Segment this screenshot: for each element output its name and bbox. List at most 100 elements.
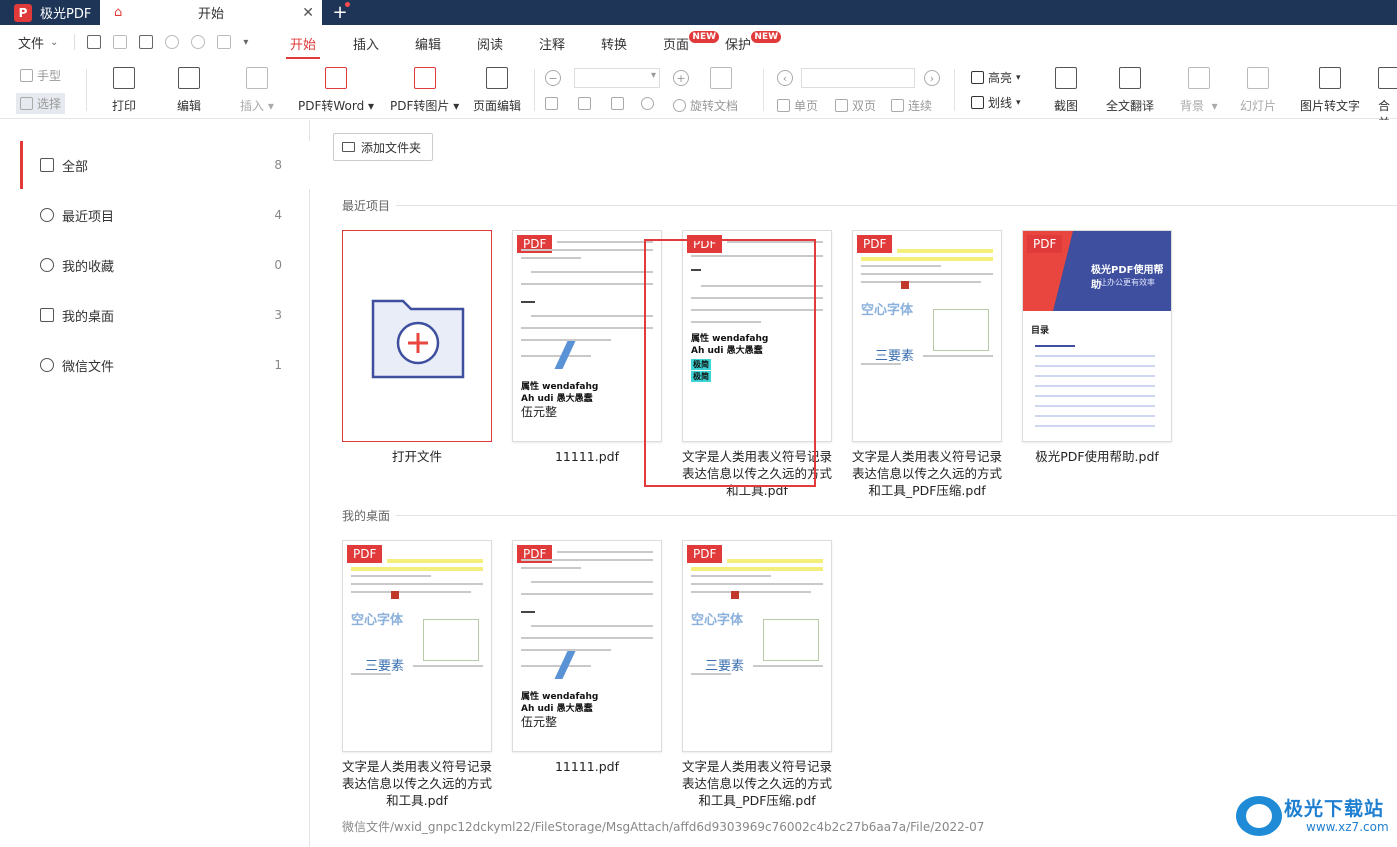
- customize-dropdown-icon[interactable]: ▾: [243, 37, 248, 48]
- page-number-input[interactable]: [801, 68, 915, 88]
- sidebar-item-all[interactable]: 全部 8: [20, 141, 310, 189]
- page-edit-button[interactable]: 页面编辑: [473, 67, 521, 114]
- sidebar-item-count: 3: [274, 308, 282, 322]
- print-label: 打印: [112, 99, 137, 113]
- rotate-icon: [673, 99, 686, 112]
- underline-icon: [971, 96, 984, 109]
- file-thumb[interactable]: PDF 属性 wendafahg Ah udi 愚大愚蠢 伍元整: [512, 230, 662, 442]
- highlight-label: 高亮: [988, 71, 1013, 85]
- actual-size-icon[interactable]: [611, 97, 624, 110]
- watermark-text: 极光下载站: [1284, 798, 1385, 820]
- hand-tool-button[interactable]: 手型: [20, 67, 61, 84]
- tab-annotate[interactable]: 注释: [539, 34, 565, 53]
- zoom-select[interactable]: [574, 68, 660, 88]
- file-menu-label: 文件: [18, 36, 45, 52]
- insert-button[interactable]: 插入 ▾: [240, 67, 274, 114]
- underline-button[interactable]: 划线 ▾: [971, 94, 1021, 111]
- tab-convert[interactable]: 转换: [601, 34, 627, 53]
- tab-protect[interactable]: 保护 NEW: [725, 31, 782, 53]
- zoom-in-icon[interactable]: +: [673, 70, 689, 86]
- image-icon: [413, 67, 436, 89]
- new-tab-button[interactable]: +: [330, 2, 350, 23]
- next-page-icon[interactable]: ›: [924, 70, 940, 86]
- tab-home[interactable]: ⌂ 开始 ✕: [100, 0, 322, 25]
- page-edit-label: 页面编辑: [473, 99, 522, 113]
- sidebar-item-count: 0: [274, 258, 282, 272]
- redo-icon[interactable]: [191, 35, 206, 49]
- file-thumb[interactable]: PDF 属性 wendafahg Ah udi 愚大愚蠢 极简 极简: [682, 230, 832, 442]
- file-card[interactable]: PDF 空心字体 三要素 文字是人类用表义符号记录表达信息以传之久远的方式和工具…: [682, 540, 832, 809]
- rotate-doc-button[interactable]: 旋转文档: [673, 97, 738, 114]
- tab-read[interactable]: 阅读: [477, 34, 503, 53]
- highlight-button[interactable]: 高亮 ▾: [971, 69, 1021, 86]
- double-page-button[interactable]: 双页: [835, 97, 876, 114]
- open-folder-icon[interactable]: [87, 35, 102, 49]
- edit-button[interactable]: 编辑: [177, 67, 201, 114]
- pdf-to-image-button[interactable]: PDF转图片 ▾: [390, 67, 459, 114]
- thumb-text: 目录: [1031, 326, 1050, 336]
- zoom-out-icon[interactable]: −: [545, 70, 561, 86]
- save-icon[interactable]: [113, 35, 128, 49]
- insert-label: 插入 ▾: [240, 99, 274, 113]
- file-thumb[interactable]: PDF 空心字体 三要素: [852, 230, 1002, 442]
- file-thumb[interactable]: PDF 空心字体 三要素: [682, 540, 832, 752]
- tab-protect-label: 保护: [725, 38, 752, 53]
- background-label: 背景 ▾: [1180, 99, 1218, 113]
- tab-page[interactable]: 页面 NEW: [663, 31, 720, 53]
- file-menu-button[interactable]: 文件 ⌄: [18, 33, 58, 52]
- file-card[interactable]: PDF 属性 wendafahg Ah udi 愚大愚蠢 伍元整 11111.p…: [512, 540, 662, 775]
- single-page-button[interactable]: 单页: [777, 97, 818, 114]
- screenshot-button[interactable]: 截图: [1054, 67, 1078, 114]
- slideshow-button[interactable]: 幻灯片: [1240, 67, 1276, 114]
- sidebar-item-wechat[interactable]: 微信文件 1: [20, 341, 310, 389]
- monitor-icon: [40, 308, 54, 322]
- file-thumb[interactable]: PDF 极光PDF使用帮助 让办公更有效率 目录: [1022, 230, 1172, 442]
- tab-edit[interactable]: 编辑: [415, 34, 441, 53]
- sidebar-item-desktop[interactable]: 我的桌面 3: [20, 291, 310, 339]
- add-folder-button[interactable]: 添加文件夹: [333, 133, 433, 161]
- tab-start[interactable]: 开始: [285, 34, 321, 59]
- app-name: 极光PDF: [40, 7, 92, 22]
- page-view-button[interactable]: [710, 67, 732, 97]
- file-thumb[interactable]: PDF 属性 wendafahg Ah udi 愚大愚蠢 伍元整: [512, 540, 662, 752]
- pdf-badge: PDF: [1027, 235, 1063, 253]
- stamp-icon: [391, 591, 399, 599]
- print-button[interactable]: 打印: [112, 67, 136, 114]
- rotate-left-icon[interactable]: [641, 97, 654, 110]
- tab-insert[interactable]: 插入: [353, 34, 379, 53]
- grid-icon: [40, 158, 54, 172]
- menu-bar: 文件 ⌄ ▾ 开始 插入 编辑 阅读 注释 转换 页面 NEW 保护 NEW: [0, 25, 1397, 59]
- watermark-url: www.xz7.com: [1306, 820, 1389, 834]
- prev-page-icon[interactable]: ‹: [777, 70, 793, 86]
- page-view-icon: [710, 67, 732, 89]
- file-card[interactable]: PDF 属性 wendafahg Ah udi 愚大愚蠢 极简 极简 文字是人类…: [682, 230, 832, 499]
- background-button[interactable]: 背景 ▾: [1180, 67, 1218, 114]
- file-card[interactable]: PDF 属性 wendafahg Ah udi 愚大愚蠢 伍元整 11111.p…: [512, 230, 662, 465]
- full-translate-button[interactable]: 全文翻译: [1106, 67, 1154, 114]
- select-tool-button[interactable]: 选择: [16, 93, 66, 114]
- pdf-to-word-button[interactable]: PDF转Word ▾: [298, 67, 374, 114]
- app-tab[interactable]: P 极光PDF: [0, 0, 100, 25]
- open-file-card[interactable]: 打开文件: [342, 230, 492, 465]
- fit-page-icon[interactable]: [578, 97, 591, 110]
- file-card[interactable]: PDF 极光PDF使用帮助 让办公更有效率 目录 极光PDF使用帮助.pdf: [1022, 230, 1172, 465]
- file-card[interactable]: PDF 空心字体 三要素 文字是人类用表义符号记录表达信息以传之久远的方式和工具…: [342, 540, 492, 809]
- image-to-text-button[interactable]: 图片转文字: [1300, 67, 1360, 114]
- wechat-file-path: 微信文件/wxid_gnpc12dckyml22/FileStorage/Msg…: [342, 820, 985, 834]
- undo-icon[interactable]: [165, 35, 180, 49]
- open-file-thumb[interactable]: [342, 230, 492, 442]
- file-card[interactable]: PDF 空心字体 三要素 文字是人类用表义符号记录表达信息以传之久远的方式和工具…: [852, 230, 1002, 499]
- chevron-down-icon: ⌄: [50, 36, 59, 48]
- highlight-icon: [971, 71, 984, 84]
- print-icon[interactable]: [139, 35, 154, 49]
- add-folder-label: 添加文件夹: [361, 140, 422, 155]
- sidebar-item-recent[interactable]: 最近项目 4: [20, 191, 310, 239]
- thumb-text: 伍元整: [521, 405, 558, 419]
- fit-width-icon[interactable]: [545, 97, 558, 110]
- home-icon[interactable]: [217, 35, 232, 49]
- file-thumb[interactable]: PDF 空心字体 三要素: [342, 540, 492, 752]
- sidebar-item-favorites[interactable]: 我的收藏 0: [20, 241, 310, 289]
- play-icon: [1247, 67, 1269, 89]
- close-tab-icon[interactable]: ✕: [302, 5, 314, 21]
- continuous-button[interactable]: 连续: [891, 97, 932, 114]
